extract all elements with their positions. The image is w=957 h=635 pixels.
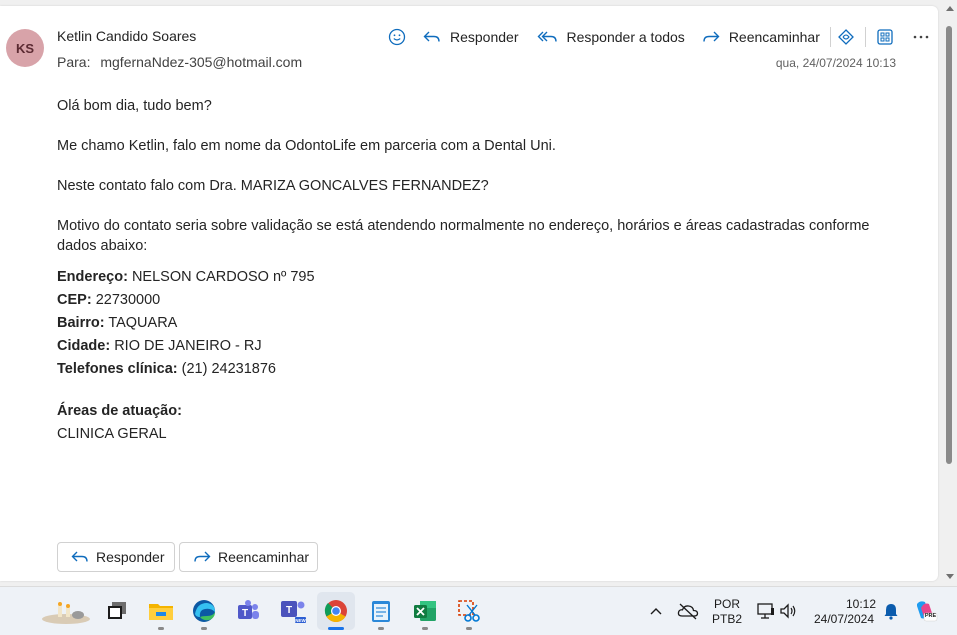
excel-icon[interactable] (411, 597, 439, 625)
scroll-down-arrow-icon[interactable] (946, 574, 954, 579)
email-body: Olá bom dia, tudo bem? Me chamo Ketlin, … (57, 96, 877, 446)
field-neighborhood: Bairro: TAQUARA (57, 315, 178, 331)
chrome-icon[interactable] (317, 592, 355, 630)
teams-icon[interactable]: T (234, 597, 262, 625)
reply-button[interactable]: Responder (422, 29, 519, 45)
reply-all-label: Responder a todos (566, 29, 685, 45)
forward-icon (703, 31, 720, 42)
scroll-up-arrow-icon[interactable] (946, 6, 954, 11)
forward-button[interactable]: Reencaminhar (701, 29, 820, 45)
areas-value: CLINICA GERAL (57, 426, 167, 442)
bottom-forward-button[interactable]: Reencaminhar (179, 542, 318, 572)
taskbar: T T NEW POR PTB2 10:12 24/07/2024 PRE (0, 586, 957, 635)
svg-text:T: T (286, 605, 292, 616)
notepad-icon[interactable] (367, 597, 395, 625)
widgets-weather-icon[interactable] (40, 597, 92, 625)
excel-running-indicator (422, 627, 428, 630)
clock[interactable]: 10:12 24/07/2024 (808, 597, 880, 627)
toolbar-separator (829, 27, 831, 47)
field-address: Endereço: NELSON CARDOSO nº 795 (57, 269, 315, 285)
emoji-reaction-button[interactable] (386, 26, 408, 48)
onedrive-offline-icon[interactable] (674, 597, 702, 625)
smiley-icon (388, 28, 406, 46)
message-actions: Responder Responder a todos Reencaminhar (386, 25, 932, 49)
reply-icon (423, 31, 440, 42)
bottom-forward-label: Reencaminhar (218, 549, 310, 565)
reading-pane: KS Ketlin Candido Soares Para: mgfernaNd… (0, 6, 938, 581)
svg-text:NEW: NEW (295, 618, 306, 623)
scroll-thumb[interactable] (946, 26, 952, 464)
apps-button[interactable] (874, 26, 896, 48)
clinic-fields: Endereço: NELSON CARDOSO nº 795 CEP: 227… (57, 266, 877, 381)
chrome-active-indicator (328, 627, 344, 630)
forward-icon (194, 551, 211, 562)
field-phone: Telefones clínica: (21) 24231876 (57, 361, 276, 377)
reason-text: Motivo do contato seria sobre validação … (57, 218, 870, 254)
edge-running-indicator (201, 627, 207, 630)
snipping-running-indicator (466, 627, 472, 630)
task-view-icon[interactable] (103, 597, 131, 625)
clock-time: 10:12 (845, 597, 876, 611)
recipient-line: Para: mgfernaNdez-305@hotmail.com (57, 54, 302, 70)
notepad-running-indicator (378, 627, 384, 630)
notifications-bell-icon[interactable] (877, 597, 905, 625)
bottom-reply-label: Responder (96, 549, 165, 565)
areas-label: Áreas de atuação: (57, 403, 182, 419)
reply-icon (71, 551, 88, 562)
clock-date: 24/07/2024 (813, 612, 875, 626)
loop-button[interactable] (835, 26, 857, 48)
sender-avatar[interactable]: KS (6, 29, 44, 67)
loop-icon (837, 29, 854, 45)
svg-text:T: T (242, 608, 248, 619)
file-explorer-icon[interactable] (147, 597, 175, 625)
sender-name[interactable]: Ketlin Candido Soares (57, 28, 196, 44)
vertical-scrollbar[interactable] (943, 0, 957, 586)
greeting-text: Olá bom dia, tudo bem? (57, 98, 212, 114)
contact-text: Neste contato falo com Dra. MARIZA GONCA… (57, 178, 489, 194)
copilot-preview-badge: PRE (924, 613, 937, 619)
intro-text: Me chamo Ketlin, falo em nome da OdontoL… (57, 138, 556, 154)
edge-browser-icon[interactable] (190, 597, 218, 625)
reply-all-button[interactable]: Responder a todos (537, 29, 685, 45)
explorer-running-indicator (158, 627, 164, 630)
copilot-icon[interactable]: PRE (911, 597, 939, 625)
email-date: qua, 24/07/2024 10:13 (775, 56, 896, 70)
forward-label: Reencaminhar (728, 29, 820, 45)
field-cep: CEP: 22730000 (57, 292, 161, 308)
reply-label: Responder (450, 29, 519, 45)
snipping-tool-icon[interactable] (455, 597, 483, 625)
recipient-address[interactable]: mgfernaNdez-305@hotmail.com (100, 54, 302, 70)
volume-icon[interactable] (774, 597, 802, 625)
show-hidden-icons-chevron-up-icon[interactable] (643, 597, 669, 625)
teams-new-icon[interactable]: T NEW (279, 597, 307, 625)
more-options-button[interactable] (910, 26, 932, 48)
input-language-indicator[interactable]: POR PTB2 (707, 597, 747, 627)
field-city: Cidade: RIO DE JANEIRO - RJ (57, 338, 262, 354)
toolbar-separator (864, 27, 866, 47)
areas-section: Áreas de atuação: CLINICA GERAL (57, 400, 877, 446)
bottom-reply-button[interactable]: Responder (57, 542, 175, 572)
to-label: Para: (57, 54, 91, 70)
reply-all-icon (537, 31, 557, 42)
more-dots-icon (913, 35, 929, 39)
apps-grid-icon (877, 29, 893, 45)
